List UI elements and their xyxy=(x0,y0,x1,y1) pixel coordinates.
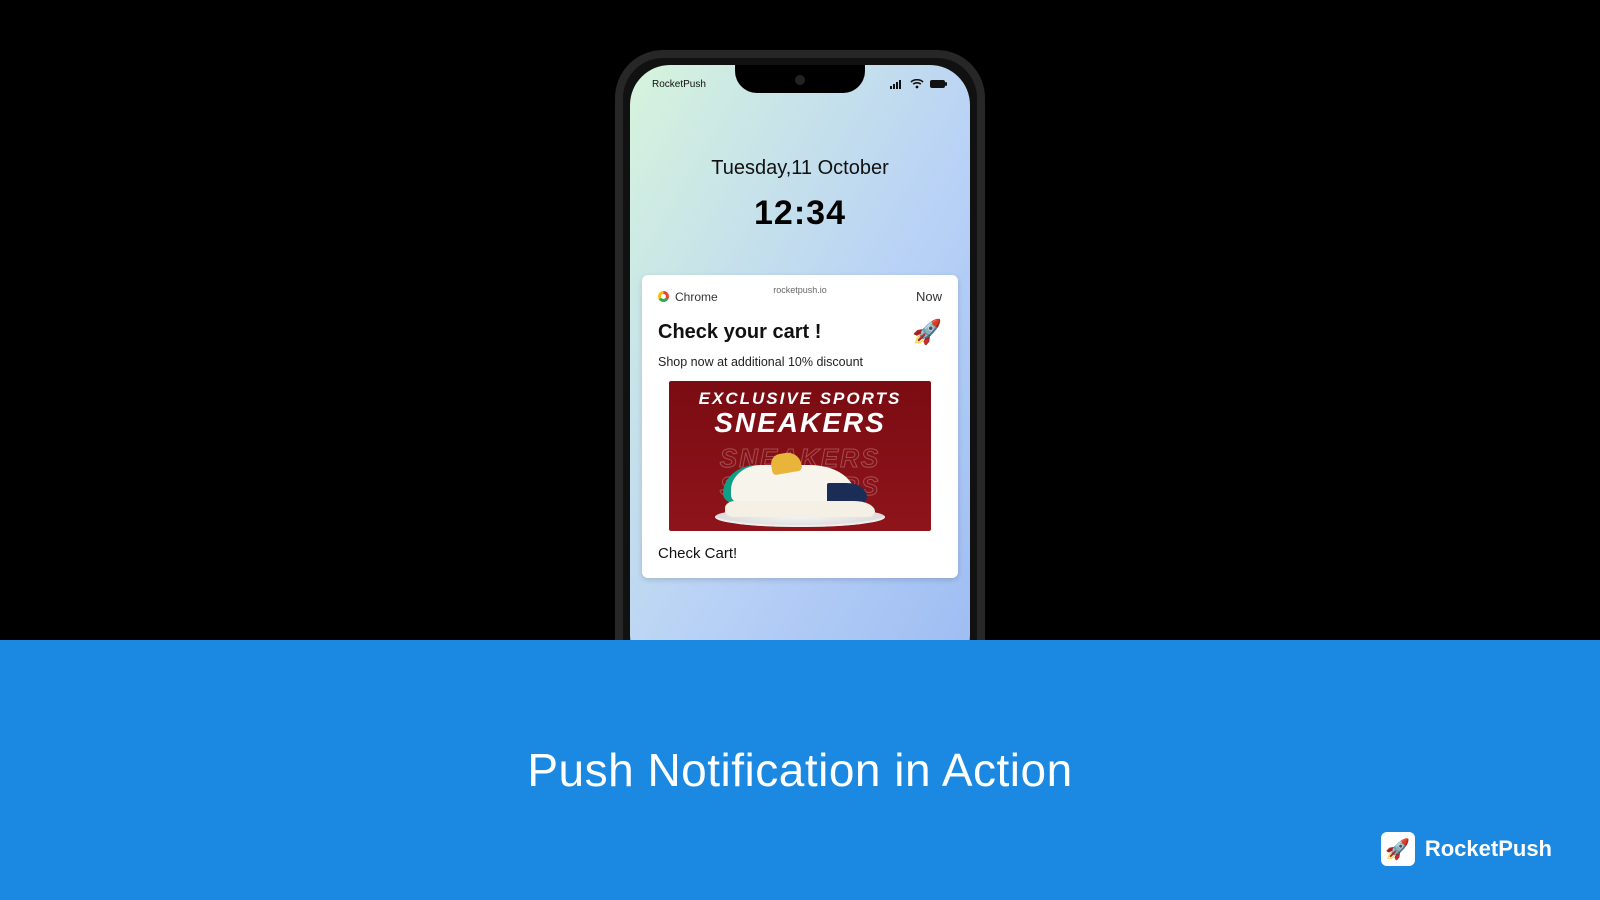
phone-notch xyxy=(735,65,865,93)
promo-headline-2: SNEAKERS xyxy=(714,409,886,437)
phone-screen: RocketPush Tuesday,11 October 12:34 xyxy=(630,65,970,675)
notification-header: Chrome rocketpush.io Now xyxy=(658,289,942,304)
notification-body: Shop now at additional 10% discount xyxy=(658,355,942,369)
sneaker-illustration xyxy=(725,457,875,517)
lock-screen-time: 12:34 xyxy=(630,194,970,233)
notification-app-label: Chrome xyxy=(675,290,718,304)
push-notification-card[interactable]: Chrome rocketpush.io Now Check your cart… xyxy=(642,275,958,578)
brand-badge-icon: 🚀 xyxy=(1381,832,1415,866)
phone-mockup: RocketPush Tuesday,11 October 12:34 xyxy=(615,50,985,690)
status-app-label: RocketPush xyxy=(652,79,706,91)
brand-lockup: 🚀 RocketPush xyxy=(1381,832,1552,866)
status-icons xyxy=(890,79,948,91)
wifi-icon xyxy=(910,79,924,91)
notification-domain: rocketpush.io xyxy=(773,285,827,295)
notification-time: Now xyxy=(916,289,942,304)
signal-icon xyxy=(890,79,904,91)
banner-title: Push Notification in Action xyxy=(527,743,1072,797)
notification-image: EXCLUSIVE SPORTS SNEAKERS SNEAKERS SNEAK… xyxy=(669,381,930,531)
phone-frame: RocketPush Tuesday,11 October 12:34 xyxy=(615,50,985,690)
caption-banner: Push Notification in Action 🚀 RocketPush xyxy=(0,640,1600,900)
notification-title: Check your cart ! xyxy=(658,321,821,344)
promo-headline-1: EXCLUSIVE SPORTS xyxy=(699,389,902,409)
notification-action[interactable]: Check Cart! xyxy=(658,545,942,562)
rocket-icon: 🚀 xyxy=(912,318,942,347)
brand-name: RocketPush xyxy=(1425,836,1552,862)
battery-icon xyxy=(930,79,948,91)
chrome-icon xyxy=(658,291,669,302)
